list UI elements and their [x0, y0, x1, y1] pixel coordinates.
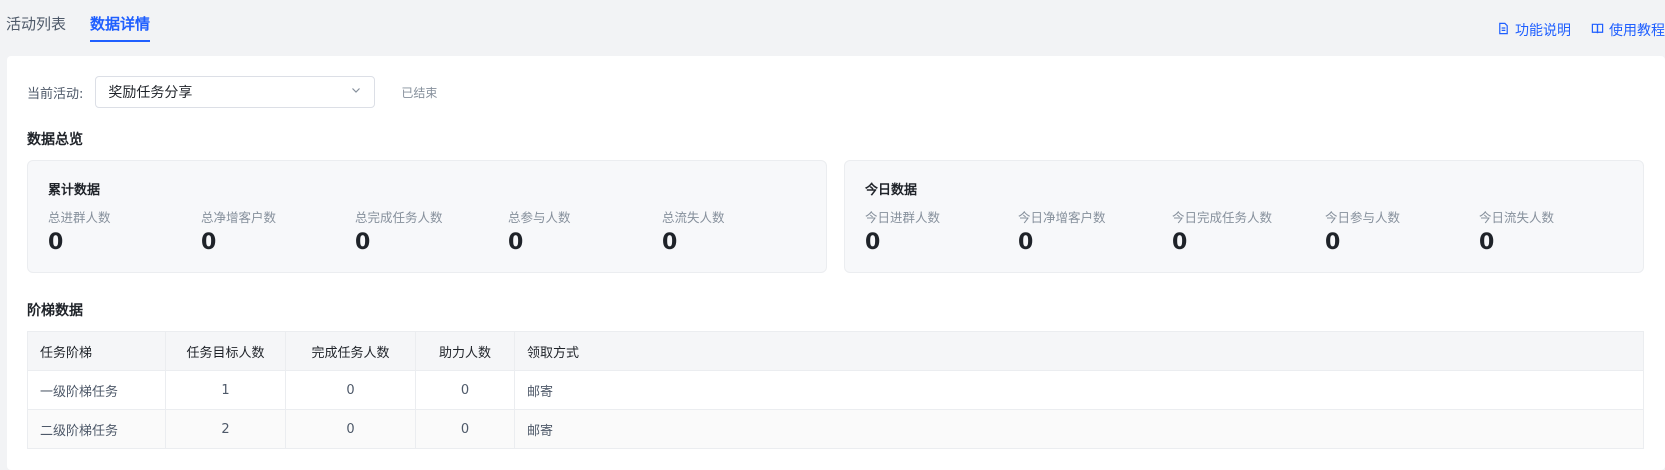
table-cell: 0 — [415, 370, 515, 410]
activity-selector-row: 当前活动: 奖励任务分享 已结束 — [27, 76, 437, 108]
stat-total-lost: 总流失人数 0 — [662, 207, 725, 255]
top-links: 功能说明 使用教程 — [1497, 20, 1665, 40]
stat-label: 今日完成任务人数 — [1172, 210, 1273, 225]
stat-label: 总进群人数 — [48, 210, 111, 225]
table-cell: 2 — [165, 409, 286, 449]
tutorial-link[interactable]: 使用教程 — [1591, 20, 1665, 40]
activity-select-value: 奖励任务分享 — [108, 85, 193, 101]
stat-value: 0 — [48, 230, 64, 255]
stat-value: 0 — [1325, 230, 1341, 255]
column-header: 任务目标人数 — [165, 331, 286, 371]
stat-label: 今日净增客户数 — [1018, 210, 1106, 225]
column-header: 任务阶梯 — [27, 331, 166, 371]
table-cell: 0 — [285, 370, 416, 410]
table-cell: 0 — [285, 409, 416, 449]
table-cell: 1 — [165, 370, 286, 410]
stat-total-net-new: 总净增客户数 0 — [201, 207, 276, 255]
book-icon — [1591, 22, 1604, 39]
feature-description-link[interactable]: 功能说明 — [1497, 20, 1571, 40]
column-header: 助力人数 — [415, 331, 515, 371]
stat-today-participants: 今日参与人数 0 — [1325, 207, 1400, 255]
stat-today-completed: 今日完成任务人数 0 — [1172, 207, 1272, 255]
table-header-row: 任务阶梯 任务目标人数 完成任务人数 助力人数 领取方式 — [27, 331, 1644, 371]
stat-label: 今日参与人数 — [1325, 210, 1401, 225]
stat-total-completed: 总完成任务人数 0 — [355, 207, 443, 255]
today-card-title: 今日数据 — [865, 183, 918, 198]
chevron-down-icon — [350, 84, 362, 100]
table-cell: 邮寄 — [514, 370, 1644, 410]
table-cell: 0 — [415, 409, 515, 449]
cumulative-data-card: 累计数据 总进群人数 0 总净增客户数 0 总完成任务人数 0 总参与人数 0 … — [27, 160, 827, 273]
activity-select[interactable]: 奖励任务分享 — [95, 76, 376, 108]
column-header: 完成任务人数 — [285, 331, 416, 371]
stat-today-net-new: 今日净增客户数 0 — [1018, 207, 1106, 255]
table-row: 二级阶梯任务 2 0 0 邮寄 — [27, 409, 1644, 449]
stat-value: 0 — [662, 230, 678, 255]
stat-value: 0 — [1172, 230, 1188, 255]
stat-label: 今日流失人数 — [1479, 210, 1555, 225]
today-data-card: 今日数据 今日进群人数 0 今日净增客户数 0 今日完成任务人数 0 今日参与人… — [844, 160, 1644, 273]
stat-value: 0 — [865, 230, 881, 255]
tab-activity-list[interactable]: 活动列表 — [6, 13, 66, 34]
top-tab-bar: 活动列表 数据详情 功能说明 使用教程 — [0, 0, 1665, 46]
stat-label: 总完成任务人数 — [355, 210, 443, 225]
table-cell: 二级阶梯任务 — [27, 409, 166, 449]
column-header: 领取方式 — [514, 331, 1644, 371]
stat-label: 今日进群人数 — [865, 210, 941, 225]
stat-value: 0 — [1018, 230, 1034, 255]
cumulative-card-title: 累计数据 — [48, 183, 101, 198]
stat-total-participants: 总参与人数 0 — [508, 207, 571, 255]
stat-value: 0 — [508, 230, 524, 255]
activity-status: 已结束 — [401, 85, 438, 100]
stat-value: 0 — [1479, 230, 1495, 255]
active-tab-indicator — [90, 40, 150, 42]
data-detail-panel: 当前活动: 奖励任务分享 已结束 数据总览 累计数据 总进群人数 0 总净增客户… — [7, 56, 1665, 470]
stat-label: 总净增客户数 — [201, 210, 277, 225]
stat-today-joined: 今日进群人数 0 — [865, 207, 940, 255]
table-cell: 邮寄 — [514, 409, 1644, 449]
feature-description-label: 功能说明 — [1515, 23, 1571, 39]
stat-total-joined: 总进群人数 0 — [48, 207, 111, 255]
ladder-table: 任务阶梯 任务目标人数 完成任务人数 助力人数 领取方式 一级阶梯任务 1 0 … — [27, 331, 1644, 449]
current-activity-label: 当前活动: — [27, 86, 84, 102]
stat-label: 总参与人数 — [508, 210, 571, 225]
overview-title: 数据总览 — [27, 132, 83, 148]
stat-value: 0 — [201, 230, 217, 255]
table-row: 一级阶梯任务 1 0 0 邮寄 — [27, 370, 1644, 410]
stat-value: 0 — [355, 230, 371, 255]
ladder-title: 阶梯数据 — [27, 303, 83, 319]
table-cell: 一级阶梯任务 — [27, 370, 166, 410]
stat-today-lost: 今日流失人数 0 — [1479, 207, 1554, 255]
tab-data-details[interactable]: 数据详情 — [90, 13, 150, 34]
tutorial-label: 使用教程 — [1609, 23, 1665, 39]
stat-label: 总流失人数 — [662, 210, 725, 225]
document-icon — [1497, 22, 1510, 39]
